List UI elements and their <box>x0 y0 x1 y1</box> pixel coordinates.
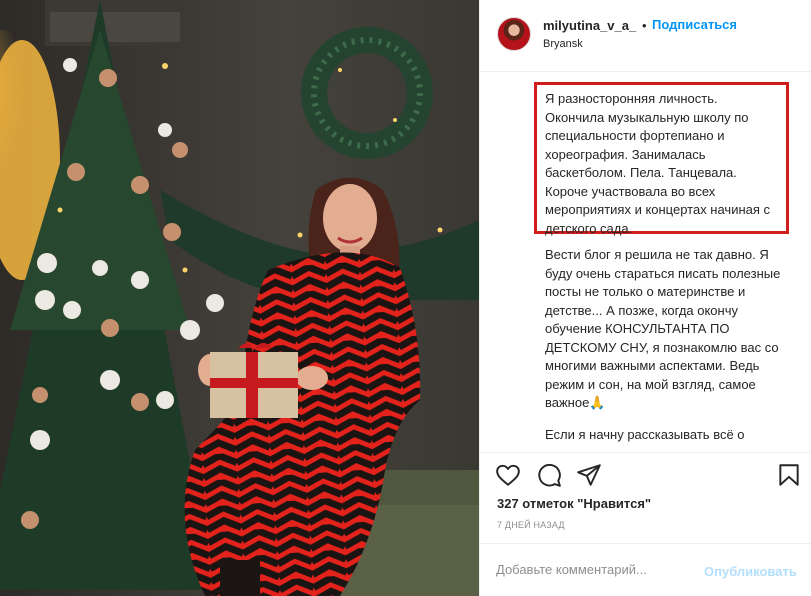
divider <box>480 543 811 544</box>
action-bar <box>480 455 811 495</box>
caption-paragraph-cut: Если я начну рассказывать всё о <box>545 427 745 442</box>
caption-paragraph: Вести блог я решила не так давно. Я буду… <box>545 247 781 410</box>
bookmark-icon[interactable] <box>776 462 802 488</box>
post-date[interactable]: 7 ДНЕЙ НАЗАД <box>497 520 565 530</box>
divider <box>480 452 811 453</box>
caption-scroll-area[interactable]: Я разносторонняя личность. Окончила музы… <box>534 72 806 455</box>
publish-button[interactable]: Опубликовать <box>704 564 797 579</box>
avatar[interactable] <box>497 17 531 51</box>
likes-count[interactable]: 327 отметок "Нравится" <box>497 496 651 511</box>
paper-plane-icon[interactable] <box>576 462 602 488</box>
separator-dot: • <box>642 18 647 33</box>
post-side-panel: milyutina_v_a_ • Подписаться Bryansk Я р… <box>479 0 811 596</box>
location-link[interactable]: Bryansk <box>543 38 583 50</box>
username-link[interactable]: milyutina_v_a_ <box>543 18 636 33</box>
comment-icon[interactable] <box>536 462 562 488</box>
post-header: milyutina_v_a_ • Подписаться Bryansk <box>480 0 811 72</box>
highlighted-caption-paragraph: Я разносторонняя личность. Окончила музы… <box>534 82 789 236</box>
heart-icon[interactable] <box>495 462 521 488</box>
post-photo[interactable] <box>0 0 479 596</box>
comment-input[interactable] <box>496 562 696 577</box>
photo-illustration <box>0 0 479 596</box>
follow-button[interactable]: Подписаться <box>652 17 737 32</box>
